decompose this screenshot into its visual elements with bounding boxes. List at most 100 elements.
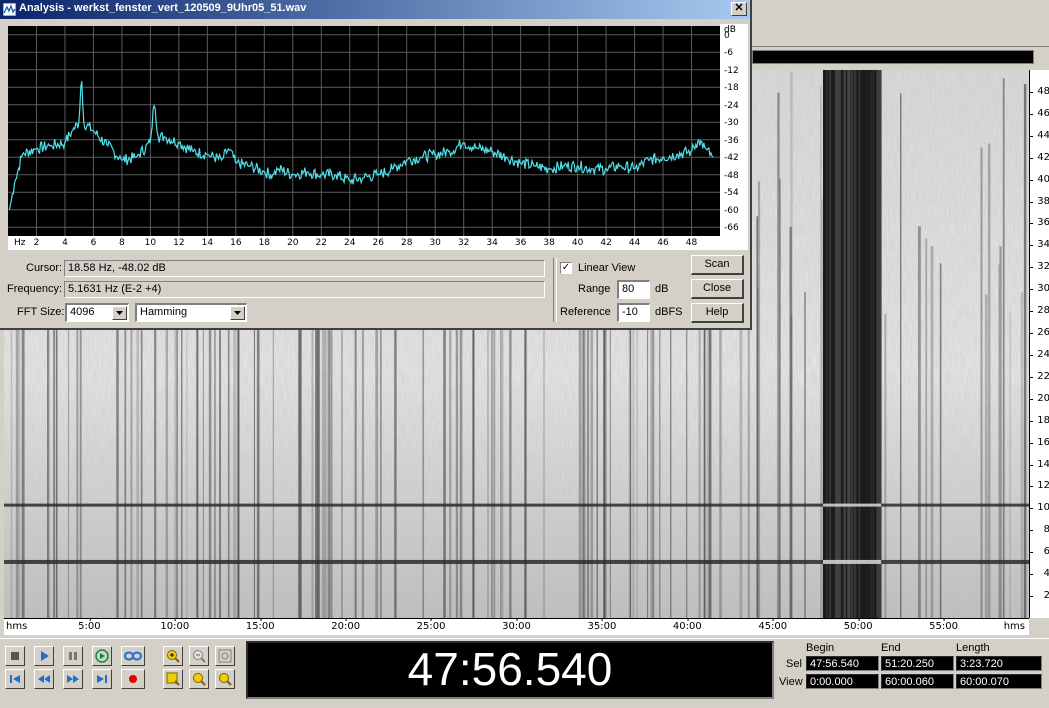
time-tick-label: 55:00	[929, 618, 958, 632]
hz-tick-label: 20	[287, 238, 299, 248]
main-toolbar-area	[752, 0, 1049, 47]
streak	[47, 313, 49, 618]
rewind-button[interactable]	[34, 669, 54, 689]
reference-input[interactable]: -10	[617, 303, 650, 322]
cursor-readout: 18.58 Hz, -48.02 dB	[64, 260, 545, 277]
scan-button[interactable]: Scan	[691, 255, 744, 275]
fast-forward-button[interactable]	[63, 669, 83, 689]
streak	[778, 179, 781, 618]
fast-forward-icon	[67, 675, 79, 683]
time-unit-label-right: hms	[1003, 621, 1025, 632]
spectrum-plot[interactable]	[8, 26, 720, 236]
view-end-field[interactable]: 60:00.060	[881, 674, 954, 689]
time-tick-label: 50:00	[843, 618, 873, 632]
hz-tick-label: 38	[543, 238, 555, 248]
streak	[939, 263, 942, 618]
hz-tick-label: 36	[514, 238, 527, 248]
overview-bar[interactable]	[752, 50, 1034, 64]
view-length-field[interactable]: 60:00.070	[956, 674, 1042, 689]
freq-tick-label: 18	[1029, 415, 1049, 426]
play-circle-icon	[95, 649, 109, 663]
streak	[195, 295, 198, 618]
selection-begin-field[interactable]: 47:56.540	[806, 656, 879, 671]
hz-tick-label: 8	[119, 238, 125, 248]
range-unit-label: dB	[655, 283, 669, 295]
zoom-in-button[interactable]	[163, 646, 183, 666]
stop-button[interactable]	[5, 646, 25, 666]
pause-button[interactable]	[63, 646, 83, 666]
streak	[77, 296, 79, 618]
range-input[interactable]: 80	[617, 280, 650, 299]
db-tick-label: -60	[724, 205, 739, 216]
plot-grid	[8, 26, 720, 236]
dialog-titlebar[interactable]: Analysis - werkst_fenster_vert_120509_9U…	[0, 0, 750, 19]
streak	[422, 327, 425, 618]
streak	[1023, 84, 1027, 618]
hz-tick-label: 24	[344, 238, 356, 248]
zoom-vertical-button[interactable]	[215, 669, 235, 689]
streak	[253, 305, 256, 618]
db-tick-label: -12	[724, 65, 739, 76]
window-function-value: Hamming	[140, 306, 188, 318]
streak	[757, 181, 761, 618]
window-function-dropdown-button[interactable]	[230, 306, 245, 320]
zoom-horizontal-icon	[193, 673, 206, 686]
zoom-in-icon	[167, 650, 180, 663]
close-button[interactable]: Close	[691, 279, 744, 299]
freq-tick-label: 32	[1029, 262, 1049, 272]
fft-size-dropdown-button[interactable]	[112, 306, 127, 320]
db-tick-label: -36	[724, 135, 739, 146]
time-tick-label: 5:00	[78, 618, 101, 632]
linear-view-label: Linear View	[578, 262, 636, 274]
freq-tick-label: 6	[1029, 547, 1049, 557]
play-selection-button[interactable]	[92, 646, 112, 666]
hz-tick-label: 10	[144, 238, 157, 248]
hz-tick-label: 2	[33, 238, 40, 248]
streak	[298, 312, 302, 618]
loop-button[interactable]	[121, 646, 145, 666]
dialog-close-button[interactable]: ✕	[731, 2, 747, 16]
panel-divider	[553, 258, 557, 322]
spectrum-plot-canvas[interactable]	[8, 26, 720, 236]
streak	[394, 285, 397, 618]
freq-tick-label: 14	[1029, 459, 1049, 470]
zoom-full-button[interactable]	[215, 646, 235, 666]
window-function-select[interactable]: Hamming	[135, 303, 247, 322]
reference-label: Reference	[560, 306, 611, 318]
freq-tick-label: 30	[1029, 284, 1049, 294]
selection-length-field[interactable]: 3:23.720	[956, 656, 1042, 671]
hz-tick-label: 42	[600, 238, 612, 248]
streak	[756, 216, 759, 618]
streak	[53, 303, 56, 618]
go-to-end-button[interactable]	[92, 669, 112, 689]
streak	[609, 311, 611, 618]
go-to-start-button[interactable]	[5, 669, 25, 689]
freq-tick-label: 10	[1029, 503, 1049, 513]
play-button[interactable]	[34, 646, 54, 666]
hz-tick-label: 26	[372, 238, 384, 248]
zoom-out-button[interactable]	[189, 646, 209, 666]
streak	[998, 264, 1000, 618]
selection-end-field[interactable]: 51:20.250	[881, 656, 954, 671]
zoom-selection-button[interactable]	[163, 669, 183, 689]
fft-size-select[interactable]: 4096	[65, 303, 129, 322]
freq-tick-label: 24	[1029, 349, 1049, 360]
begin-column-label: Begin	[806, 642, 835, 654]
selection-region[interactable]	[822, 70, 882, 618]
selection-streak	[880, 70, 882, 618]
time-unit-label: hms	[6, 621, 28, 632]
zoom-horizontal-button[interactable]	[189, 669, 209, 689]
view-begin-field[interactable]: 0:00.000	[806, 674, 879, 689]
selection-streak	[872, 70, 875, 618]
freq-tick-label: 36	[1029, 218, 1049, 228]
hz-tick-label: 6	[90, 238, 97, 248]
record-button[interactable]	[121, 669, 145, 689]
hz-unit-label: Hz	[14, 238, 26, 248]
freq-tick-label: 8	[1029, 525, 1049, 535]
linear-view-checkbox[interactable]: ✓	[560, 262, 572, 274]
stop-icon	[11, 652, 19, 660]
reference-unit-label: dBFS	[655, 306, 683, 318]
help-button[interactable]: Help	[691, 303, 744, 323]
hz-tick-label: 46	[657, 238, 669, 248]
length-column-label: Length	[956, 642, 990, 654]
